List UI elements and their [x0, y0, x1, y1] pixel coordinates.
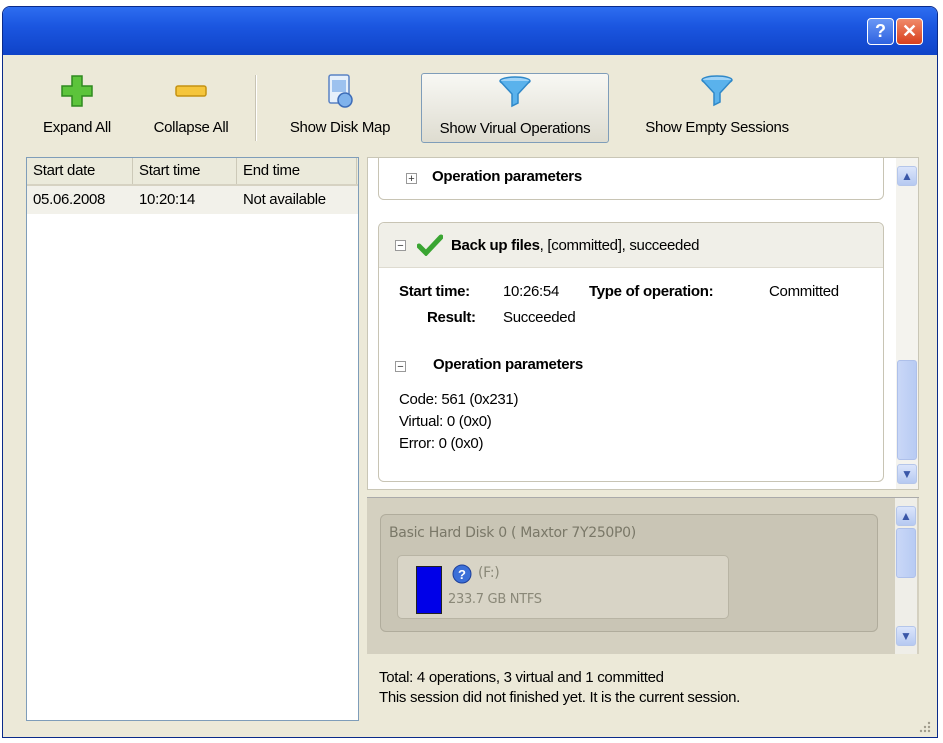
- help-question-icon: ?: [452, 564, 472, 584]
- title-bar: ? ✕: [3, 7, 937, 55]
- sessions-list: Start date Start time End time 05.06.200…: [26, 157, 359, 721]
- show-virtual-operations-button[interactable]: Show Virual Operations: [421, 73, 609, 143]
- summary-totals: Total: 4 operations, 3 virtual and 1 com…: [379, 669, 664, 686]
- help-button[interactable]: ?: [867, 18, 894, 45]
- resize-grip-icon[interactable]: [917, 719, 931, 733]
- backup-operation-title: Back up files, [committed], succeeded: [451, 237, 699, 254]
- show-empty-sessions-button[interactable]: Show Empty Sessions: [631, 73, 803, 143]
- show-empty-sessions-label: Show Empty Sessions: [645, 119, 789, 136]
- column-header-end-time[interactable]: End time: [237, 158, 357, 184]
- operation-parameters-heading: Operation parameters: [432, 168, 582, 185]
- green-plus-icon: [61, 75, 93, 107]
- session-end-time: Not available: [243, 191, 326, 208]
- check-icon: [417, 234, 443, 256]
- start-time-value: 10:26:54: [503, 283, 559, 300]
- collapse-all-button[interactable]: Collapse All: [141, 73, 241, 143]
- disk-map-scrollbar[interactable]: ▲ ▼: [895, 498, 917, 654]
- partition-box[interactable]: ? (F:) 233.7 GB NTFS: [397, 555, 729, 619]
- operations-pane: + Operation parameters − Back up files, …: [367, 157, 919, 490]
- session-details-panel: + Operation parameters − Back up files, …: [367, 157, 919, 721]
- expand-toggle-icon[interactable]: +: [406, 173, 417, 185]
- show-virtual-operations-label: Show Virual Operations: [439, 120, 591, 137]
- sessions-list-header: Start date Start time End time: [27, 158, 358, 186]
- operations-list: + Operation parameters − Back up files, …: [368, 158, 896, 489]
- scroll-up-arrow[interactable]: ▲: [896, 506, 916, 526]
- backup-title-text: Back up files: [451, 237, 540, 254]
- svg-text:?: ?: [458, 567, 466, 582]
- backup-status-text: , [committed], succeeded: [539, 237, 700, 254]
- session-history-window: ? ✕ Expand All Collapse All Show Disk Ma…: [2, 6, 938, 738]
- summary-session-status: This session did not finished yet. It is…: [379, 689, 741, 706]
- operations-scrollbar[interactable]: ▲ ▼: [896, 158, 918, 489]
- session-start-time: 10:20:14: [139, 191, 195, 208]
- type-of-operation-label: Type of operation:: [589, 283, 714, 300]
- partition-usage-bar: [416, 566, 442, 614]
- scroll-thumb[interactable]: [896, 528, 916, 578]
- expand-all-label: Expand All: [43, 119, 111, 136]
- partition-info: 233.7 GB NTFS: [448, 592, 542, 607]
- backup-operation-card: − Back up files, [committed], succeeded …: [378, 222, 884, 482]
- disk-map-icon: [328, 74, 353, 108]
- column-header-start-time[interactable]: Start time: [133, 158, 237, 184]
- partition-label: (F:): [478, 565, 500, 581]
- expand-all-button[interactable]: Expand All: [33, 73, 121, 143]
- toolbar-separator: [255, 75, 257, 141]
- param-error: Error: 0 (0x0): [399, 435, 484, 452]
- session-row[interactable]: 05.06.2008 10:20:14 Not available: [27, 186, 358, 214]
- backup-operation-header: − Back up files, [committed], succeeded: [379, 223, 883, 268]
- collapse-toggle-icon[interactable]: −: [395, 240, 406, 252]
- filter-funnel-icon: [701, 75, 733, 107]
- scroll-down-arrow[interactable]: ▼: [896, 626, 916, 646]
- yellow-minus-icon: [175, 85, 207, 97]
- scroll-down-arrow[interactable]: ▼: [897, 464, 917, 484]
- result-value: Succeeded: [503, 309, 576, 326]
- start-time-label: Start time:: [399, 283, 470, 300]
- show-disk-map-button[interactable]: Show Disk Map: [275, 73, 405, 143]
- collapsed-operation-card: + Operation parameters: [378, 158, 884, 200]
- type-of-operation-value: Committed: [769, 283, 839, 300]
- filter-funnel-icon: [499, 76, 531, 108]
- disk-map-pane: Basic Hard Disk 0 ( Maxtor 7Y250P0) ? (F…: [367, 497, 919, 654]
- scroll-thumb[interactable]: [897, 360, 917, 460]
- close-button[interactable]: ✕: [896, 18, 923, 45]
- collapse-all-label: Collapse All: [153, 119, 229, 136]
- operation-parameters-heading: Operation parameters: [433, 356, 583, 373]
- session-summary: Total: 4 operations, 3 virtual and 1 com…: [367, 655, 919, 721]
- result-label: Result:: [427, 309, 476, 326]
- session-start-date: 05.06.2008: [33, 191, 106, 208]
- show-disk-map-label: Show Disk Map: [289, 119, 391, 136]
- disk-title: Basic Hard Disk 0 ( Maxtor 7Y250P0): [389, 525, 636, 541]
- param-code: Code: 561 (0x231): [399, 391, 519, 408]
- column-header-start-date[interactable]: Start date: [27, 158, 133, 184]
- toolbar: Expand All Collapse All Show Disk Map Sh…: [3, 63, 937, 151]
- collapse-toggle-icon[interactable]: −: [395, 361, 406, 373]
- param-virtual: Virtual: 0 (0x0): [399, 413, 492, 430]
- disk-card: Basic Hard Disk 0 ( Maxtor 7Y250P0) ? (F…: [380, 514, 878, 632]
- scroll-up-arrow[interactable]: ▲: [897, 166, 917, 186]
